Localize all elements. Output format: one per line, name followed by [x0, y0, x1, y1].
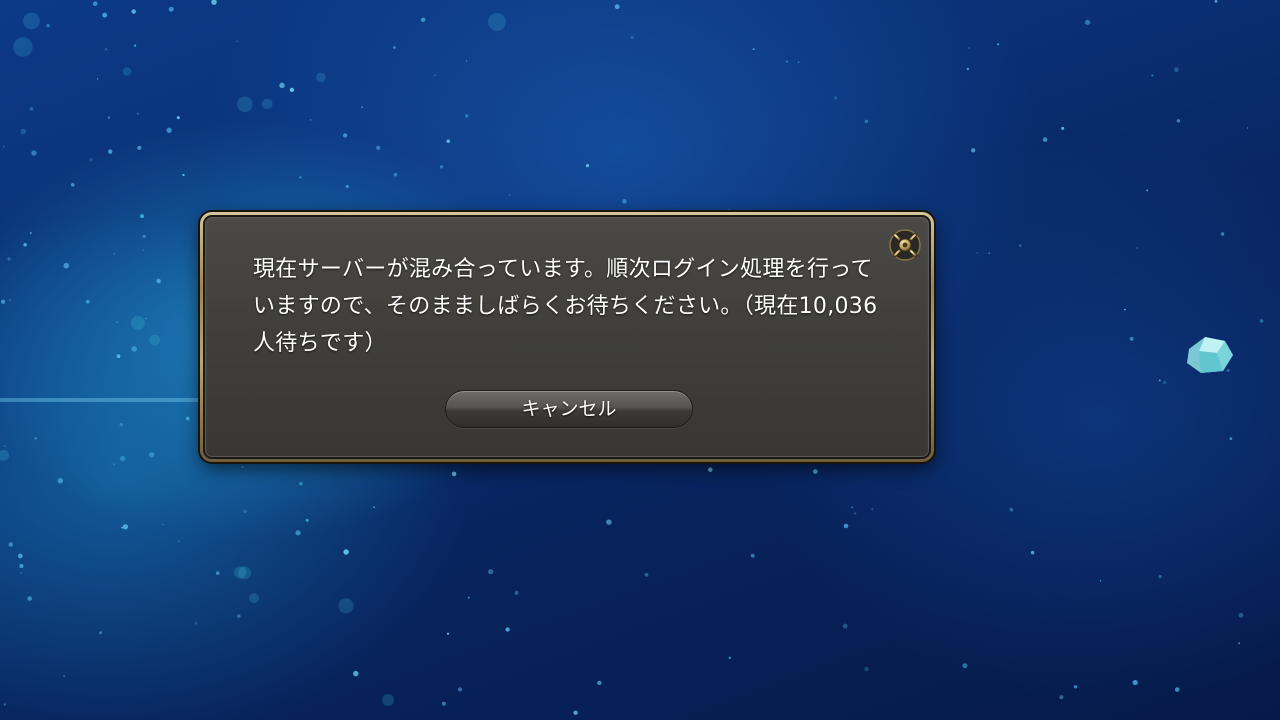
dialog-panel: 現在サーバーが混み合っています。順次ログイン処理を行っていますので、そのまましば…: [203, 215, 931, 459]
crystal-icon: [1183, 333, 1237, 377]
server-queue-dialog: 現在サーバーが混み合っています。順次ログイン処理を行っていますので、そのまましば…: [200, 212, 934, 462]
queue-message: 現在サーバーが混み合っています。順次ログイン処理を行っていますので、そのまましば…: [253, 257, 878, 356]
cancel-button[interactable]: キャンセル: [445, 390, 693, 428]
